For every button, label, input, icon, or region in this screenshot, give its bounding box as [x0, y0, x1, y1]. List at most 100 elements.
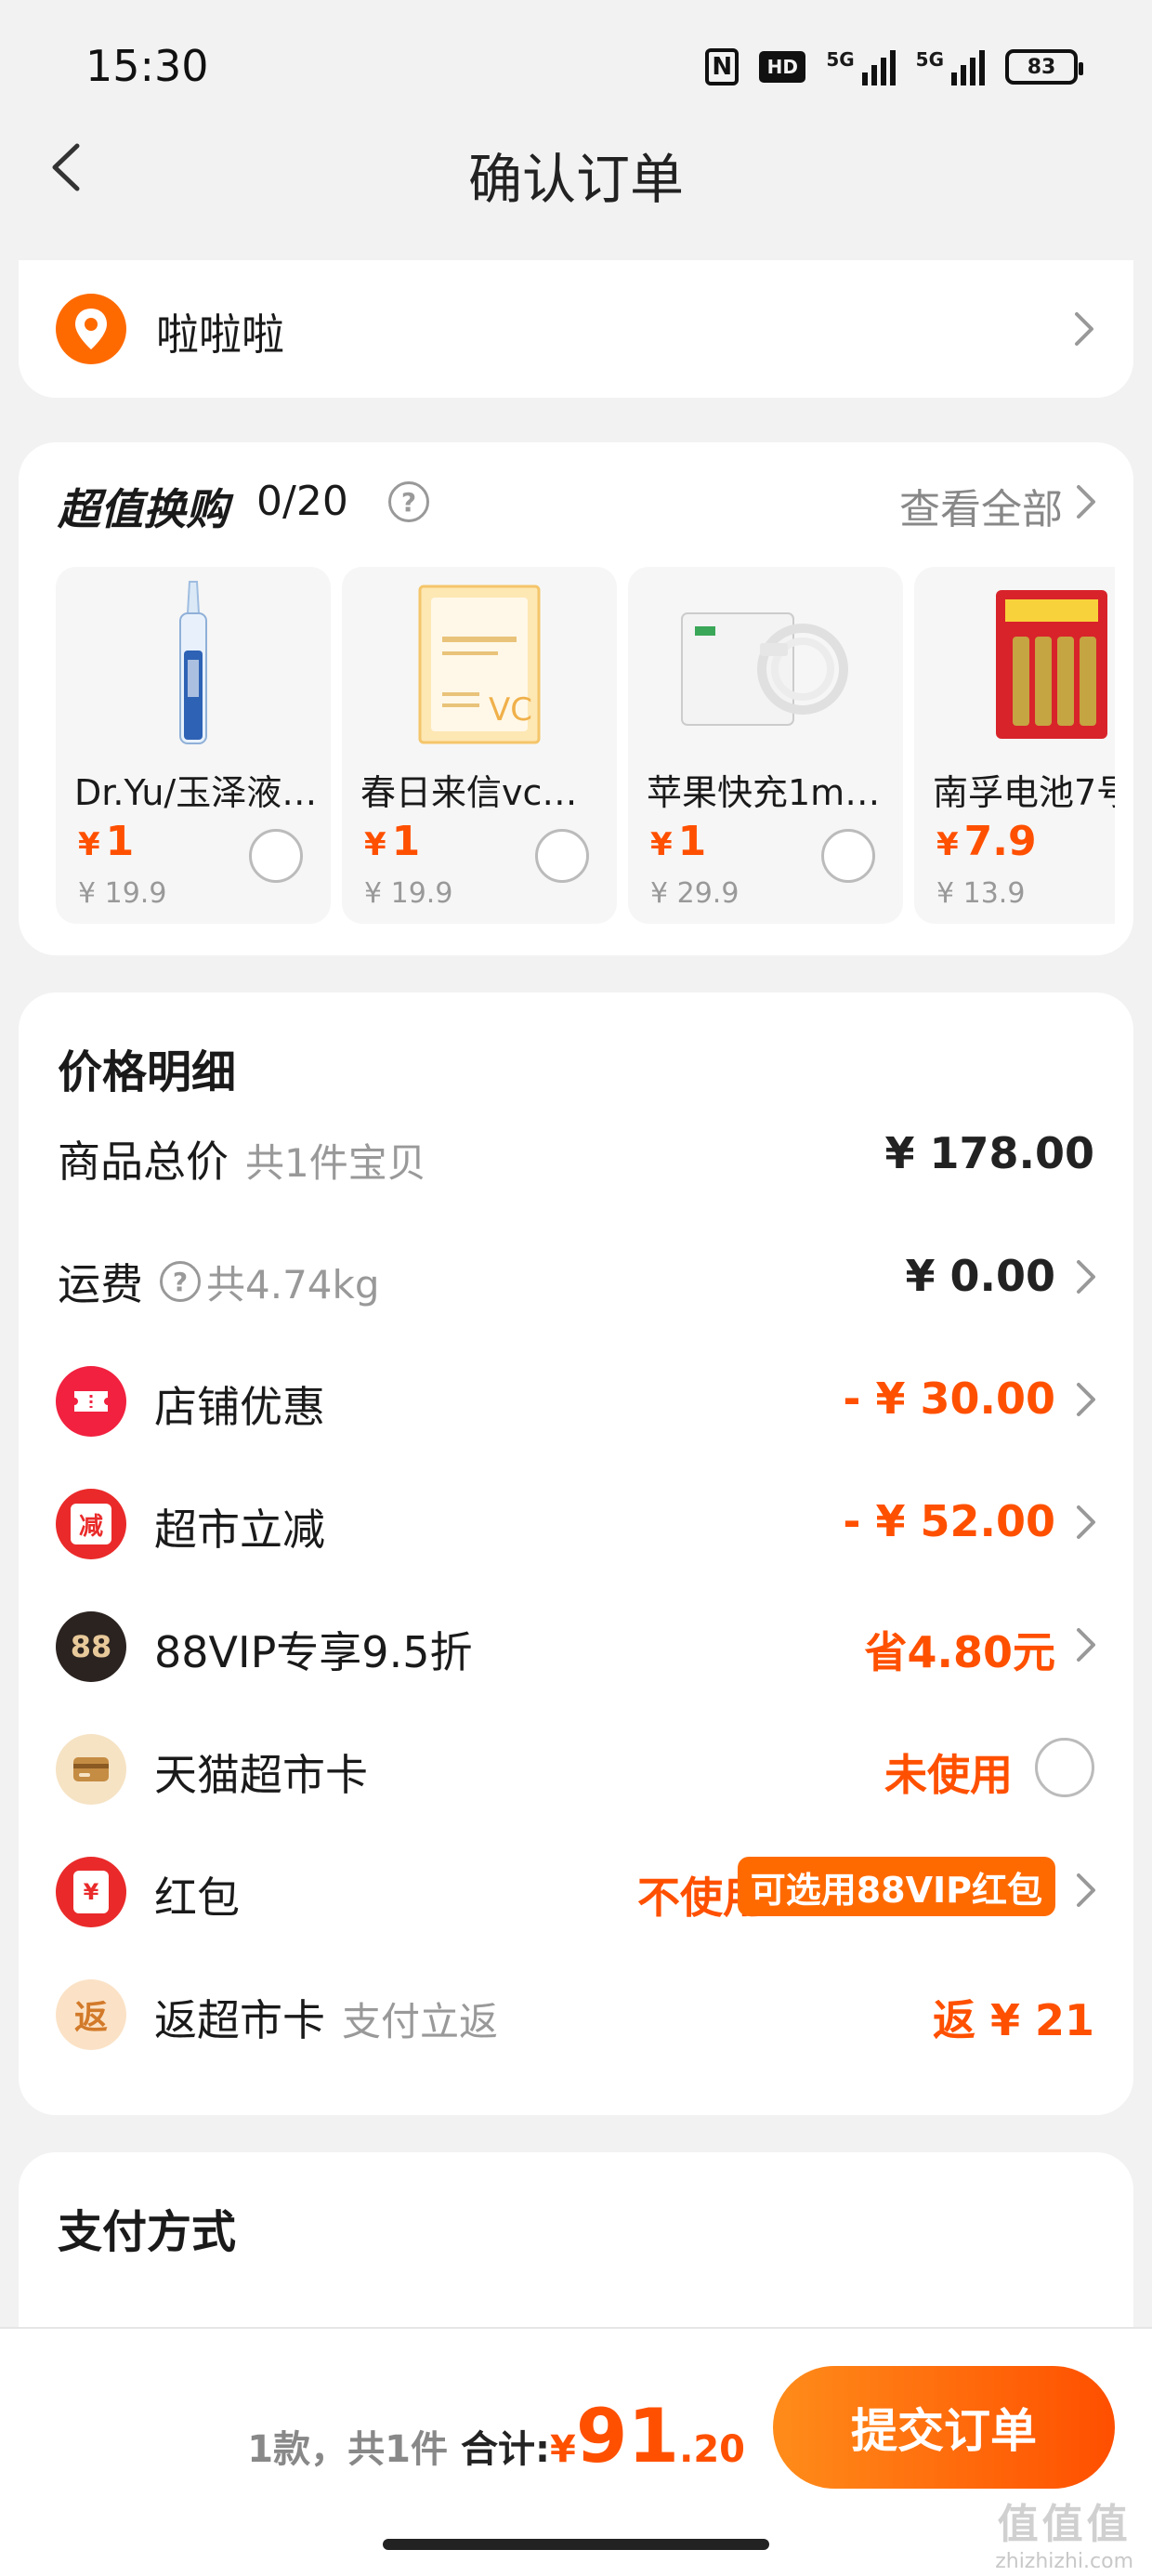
shipping-weight: 共4.74kg [206, 1261, 380, 1308]
currency-symbol: ¥ [650, 826, 673, 863]
deal-product-item[interactable]: Dr.Yu/玉泽液体面膜 ¥1 ¥ 19.9 [56, 567, 331, 924]
section-title: 支付方式 [58, 2206, 237, 2258]
help-icon[interactable]: ? [388, 481, 429, 522]
rebate-value: 返 ¥ 21 [932, 1995, 1094, 2045]
goods-total-sub: 共1件宝贝 [245, 1140, 426, 1186]
vip88-icon: 88 [56, 1611, 126, 1682]
currency-symbol: ¥ [78, 826, 100, 863]
chevron-right-icon [1070, 1502, 1102, 1543]
address-card[interactable]: 啦啦啦 [19, 260, 1133, 398]
discount-icon: 减 [56, 1489, 126, 1559]
product-price: ¥1 [364, 818, 420, 865]
store-discount-row[interactable]: 店铺优惠 - ¥ 30.00 [19, 1347, 1133, 1450]
row-label: 返超市卡 支付立返 [154, 1987, 498, 2048]
product-price-value: 7.9 [963, 818, 1037, 865]
status-bar: 15:30 N HD 5G 5G 83 [0, 0, 1152, 139]
svg-text:VC: VC [489, 691, 532, 729]
market-card-value: 未使用 [884, 1750, 1013, 1800]
vip-hongbao-badge[interactable]: 可选用88VIP红包 [737, 1857, 1055, 1916]
watermark-url: zhizhizhi.com [995, 2550, 1133, 2573]
vip-discount-label: 88VIP专享9.5折 [154, 1627, 473, 1677]
market-card-label: 天猫超市卡 [154, 1750, 368, 1800]
signal-label-2: 5G [915, 48, 944, 71]
select-radio[interactable] [821, 829, 875, 883]
total-label: 合计: [460, 2428, 550, 2471]
rebate-label: 返超市卡 [154, 1995, 325, 2045]
product-original-price: ¥ 19.9 [78, 877, 167, 910]
price-details-card: 价格明细 商品总价 共1件宝贝 ¥ 178.00 运费 ? 共4.74kg ¥ 0… [19, 992, 1133, 2115]
page-title: 确认订单 [467, 148, 684, 211]
rebate-row: 返 返超市卡 支付立返 返 ¥ 21 [19, 1961, 1133, 2063]
deal-product-item[interactable]: 南孚电池7号 ¥7.9 ¥ 13.9 [914, 567, 1115, 924]
select-radio[interactable] [249, 829, 303, 883]
total-decimal: .20 [679, 2428, 745, 2471]
product-name: 春日来信vc温和面膜 [360, 772, 608, 813]
home-indicator[interactable] [383, 2539, 769, 2550]
vip-discount-value: 省4.80元 [864, 1627, 1056, 1677]
currency-symbol: ¥ [936, 826, 959, 863]
market-discount-value: - ¥ 52.00 [843, 1496, 1055, 1546]
product-price: ¥1 [78, 818, 134, 865]
product-original-price: ¥ 29.9 [650, 877, 740, 910]
goods-total-row: 商品总价 共1件宝贝 ¥ 178.00 [19, 1102, 1133, 1204]
row-label: 运费 ? 共4.74kg [58, 1251, 380, 1312]
use-card-radio[interactable] [1035, 1738, 1094, 1797]
deals-card: 超值换购 0/20 ? 查看全部 Dr.Yu/玉泽液体面膜 ¥1 ¥ 19.9 [19, 442, 1133, 955]
card-icon [56, 1734, 126, 1805]
section-title: 价格明细 [58, 1046, 237, 1098]
deal-product-item[interactable]: 苹果快充1m数据线 ¥1 ¥ 29.9 [628, 567, 903, 924]
product-price: ¥1 [650, 818, 706, 865]
market-card-row[interactable]: 天猫超市卡 未使用 [19, 1715, 1133, 1818]
currency-symbol: ¥ [364, 826, 386, 863]
rebate-icon: 返 [56, 1979, 126, 2050]
product-price-value: 1 [391, 818, 421, 865]
help-icon[interactable]: ? [160, 1261, 201, 1302]
signal-label: 5G [826, 48, 855, 71]
product-original-price: ¥ 19.9 [364, 877, 453, 910]
status-icons: N HD 5G 5G 83 [705, 48, 1083, 85]
product-image-cable [628, 567, 903, 762]
chevron-right-icon [1068, 309, 1100, 349]
signal-5g-icon: 5G [826, 48, 896, 85]
product-price-value: 1 [677, 818, 707, 865]
watermark: 值值值 zhizhizhi.com [995, 2491, 1133, 2573]
chevron-right-icon [1070, 1256, 1102, 1297]
product-image-mask: VC [342, 567, 617, 762]
market-discount-row[interactable]: 减 超市立减 - ¥ 52.00 [19, 1470, 1133, 1572]
discount-icon-label: 减 [71, 1504, 111, 1544]
coupon-icon [56, 1366, 126, 1437]
hongbao-label: 红包 [154, 1873, 240, 1923]
goods-total-label: 商品总价 [58, 1137, 229, 1187]
location-pin-icon [56, 294, 126, 364]
deals-count: 0/20 [256, 478, 348, 525]
product-name: Dr.Yu/玉泽液体面膜 [74, 772, 321, 813]
shipping-value: ¥ 0.00 [905, 1251, 1055, 1301]
view-all-link[interactable]: 查看全部 [899, 476, 1063, 535]
select-radio[interactable] [535, 829, 589, 883]
market-discount-label: 超市立减 [154, 1505, 325, 1555]
store-discount-value: - ¥ 30.00 [843, 1373, 1055, 1424]
product-name: 苹果快充1m数据线 [647, 772, 894, 813]
address-name: 啦啦啦 [156, 309, 284, 360]
submit-order-button[interactable]: 提交订单 [773, 2366, 1115, 2489]
row-label: 商品总价 共1件宝贝 [58, 1128, 426, 1189]
total-integer: 91 [575, 2393, 680, 2479]
shipping-row[interactable]: 运费 ? 共4.74kg ¥ 0.00 [19, 1225, 1133, 1327]
vip-discount-row[interactable]: 88 88VIP专享9.5折 省4.80元 [19, 1593, 1133, 1695]
header: 确认订单 [0, 121, 1152, 214]
watermark-logo: 值值值 [997, 2501, 1132, 2548]
rebate-sub: 支付立返 [342, 1999, 499, 2044]
goods-total-value: ¥ 178.00 [884, 1128, 1094, 1178]
red-packet-icon: ¥ [56, 1857, 126, 1927]
deals-title: 超值换购 [58, 484, 229, 534]
hongbao-row[interactable]: ¥ 红包 不使用 可选用88VIP红包 [19, 1838, 1133, 1940]
deal-product-item[interactable]: VC 春日来信vc温和面膜 ¥1 ¥ 19.9 [342, 567, 617, 924]
hd-voice-icon: HD [759, 51, 806, 83]
deal-products: Dr.Yu/玉泽液体面膜 ¥1 ¥ 19.9 VC 春日来信vc温和面膜 ¥1 [56, 567, 1115, 924]
store-discount-label: 店铺优惠 [154, 1382, 325, 1432]
product-price: ¥7.9 [936, 818, 1037, 865]
order-summary: 1款，共1件 合计: ¥ 91 .20 [247, 2399, 745, 2474]
product-original-price: ¥ 13.9 [936, 877, 1026, 910]
status-time: 15:30 [85, 41, 209, 91]
signal-5g-icon-2: 5G [916, 48, 985, 85]
